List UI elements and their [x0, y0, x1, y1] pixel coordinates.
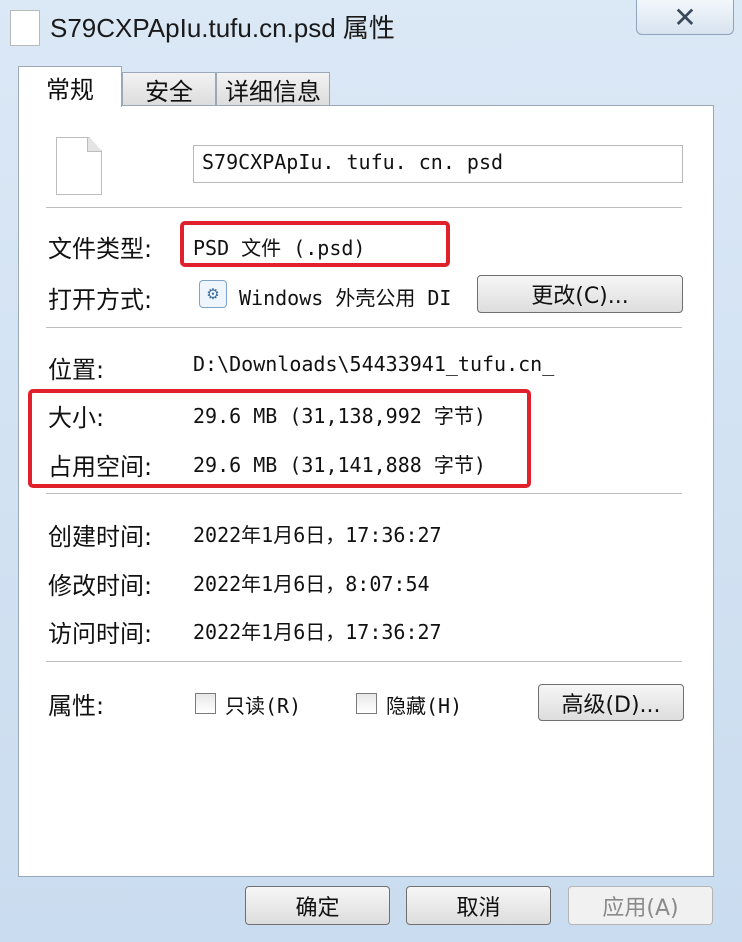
document-icon	[56, 137, 102, 195]
window-title: S79CXPApIu.tufu.cn.psd 属性	[50, 13, 395, 43]
cancel-button[interactable]: 取消	[406, 886, 551, 925]
divider	[46, 327, 682, 328]
file-icon	[10, 10, 40, 46]
created-label: 创建时间:	[48, 523, 153, 551]
filename-field[interactable]: S79CXPApIu. tufu. cn. psd	[193, 145, 683, 183]
file-type-label: 文件类型:	[48, 235, 153, 263]
divider	[46, 661, 682, 662]
location-value: D:\Downloads\54433941_tufu.cn_	[193, 352, 555, 376]
modified-label: 修改时间:	[48, 572, 153, 600]
highlight-box	[28, 389, 531, 488]
hidden-checkbox[interactable]	[356, 693, 377, 714]
properties-window: S79CXPApIu.tufu.cn.psd 属性 ✕ 安全 详细信息 常规 S…	[0, 0, 742, 942]
accessed-label: 访问时间:	[48, 620, 153, 648]
apply-button[interactable]: 应用(A)	[568, 886, 713, 925]
created-value: 2022年1月6日，17:36:27	[193, 523, 442, 547]
hidden-label: 隐藏(H)	[386, 694, 463, 718]
change-button[interactable]: 更改(C)...	[477, 275, 683, 313]
close-button[interactable]: ✕	[636, 0, 734, 35]
open-with-value: Windows 外壳公用 DI	[239, 286, 452, 310]
tab-details[interactable]: 详细信息	[216, 72, 330, 106]
readonly-checkbox[interactable]	[195, 693, 216, 714]
tab-general[interactable]: 常规	[18, 66, 122, 107]
app-icon: ⚙	[199, 280, 227, 308]
close-icon: ✕	[673, 0, 697, 34]
readonly-label: 只读(R)	[225, 694, 302, 718]
divider	[46, 493, 682, 494]
open-with-label: 打开方式:	[48, 286, 153, 314]
advanced-button[interactable]: 高级(D)...	[538, 684, 684, 721]
highlight-box	[180, 221, 450, 267]
ok-button[interactable]: 确定	[245, 886, 390, 925]
attributes-label: 属性:	[48, 692, 105, 720]
tab-security[interactable]: 安全	[122, 72, 216, 106]
divider	[46, 207, 682, 208]
modified-value: 2022年1月6日，8:07:54	[193, 572, 430, 596]
accessed-value: 2022年1月6日，17:36:27	[193, 620, 442, 644]
location-label: 位置:	[48, 356, 105, 384]
